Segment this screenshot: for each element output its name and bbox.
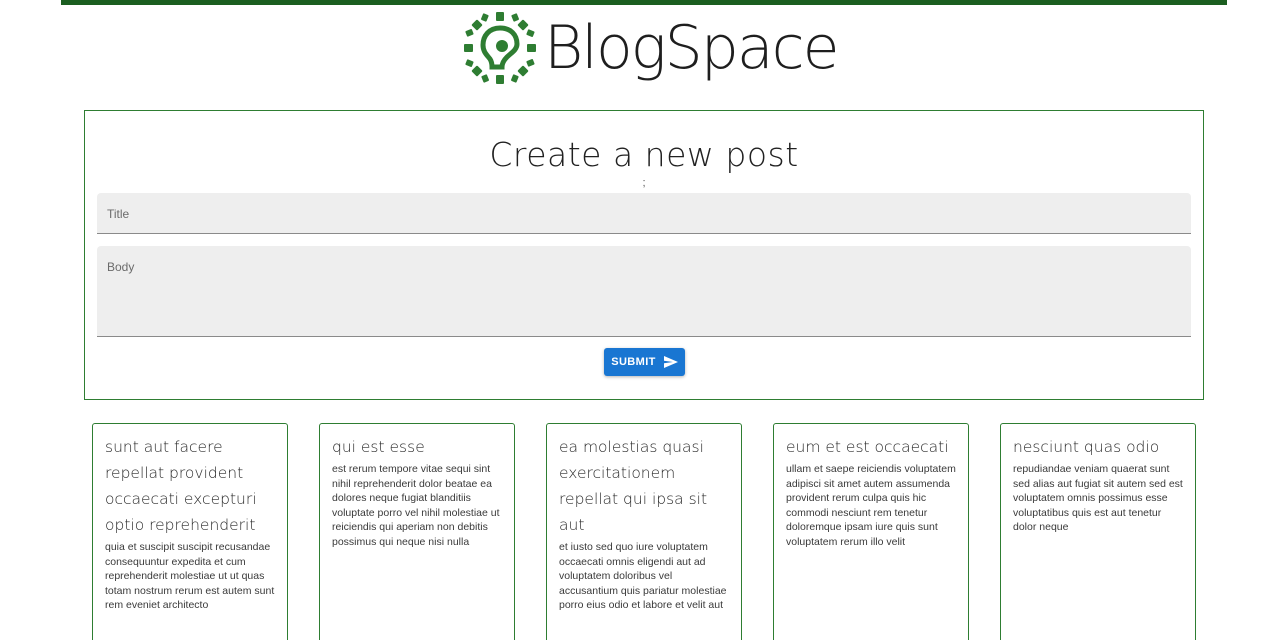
blogspace-logo-icon <box>464 12 536 84</box>
post-body: quia et suscipit suscipit recusandae con… <box>105 541 275 612</box>
post-body: ullam et saepe reiciendis voluptatem adi… <box>786 463 956 548</box>
post-card: nesciunt quas odio repudiandae veniam qu… <box>1000 423 1196 640</box>
new-post-form: Create a new post ; Title Body SUBMIT <box>84 110 1204 400</box>
post-body: et iusto sed quo iure voluptatem occaeca… <box>559 541 727 612</box>
title-placeholder: Title <box>107 207 130 221</box>
form-heading: Create a new post <box>489 135 799 174</box>
post-card: qui est esse est rerum tempore vitae seq… <box>319 423 515 640</box>
post-title: eum et est occaecati <box>786 438 949 456</box>
post-body: repudiandae veniam quaerat sunt sed alia… <box>1013 463 1183 534</box>
form-subtext: ; <box>642 177 646 189</box>
submit-label: SUBMIT <box>611 356 656 368</box>
post-title: sunt aut facere repellat provident occae… <box>105 438 257 534</box>
post-card: ea molestias quasi exercitationem repell… <box>546 423 742 640</box>
post-title: ea molestias quasi exercitationem repell… <box>559 438 708 534</box>
post-card: sunt aut facere repellat provident occae… <box>92 423 288 640</box>
send-icon <box>663 356 678 368</box>
post-card: eum et est occaecati ullam et saepe reic… <box>773 423 969 640</box>
submit-button[interactable]: SUBMIT <box>604 348 685 376</box>
post-body: est rerum tempore vitae sequi sint nihil… <box>332 463 500 548</box>
brand-name: BlogSpace <box>544 13 840 83</box>
body-textarea[interactable]: Body <box>97 246 1191 337</box>
post-title: qui est esse <box>332 438 425 456</box>
top-accent-bar <box>61 0 1227 5</box>
brand-header: BlogSpace <box>462 10 840 86</box>
body-placeholder: Body <box>107 260 135 274</box>
title-input[interactable]: Title <box>97 193 1191 234</box>
post-title: nesciunt quas odio <box>1013 438 1160 456</box>
